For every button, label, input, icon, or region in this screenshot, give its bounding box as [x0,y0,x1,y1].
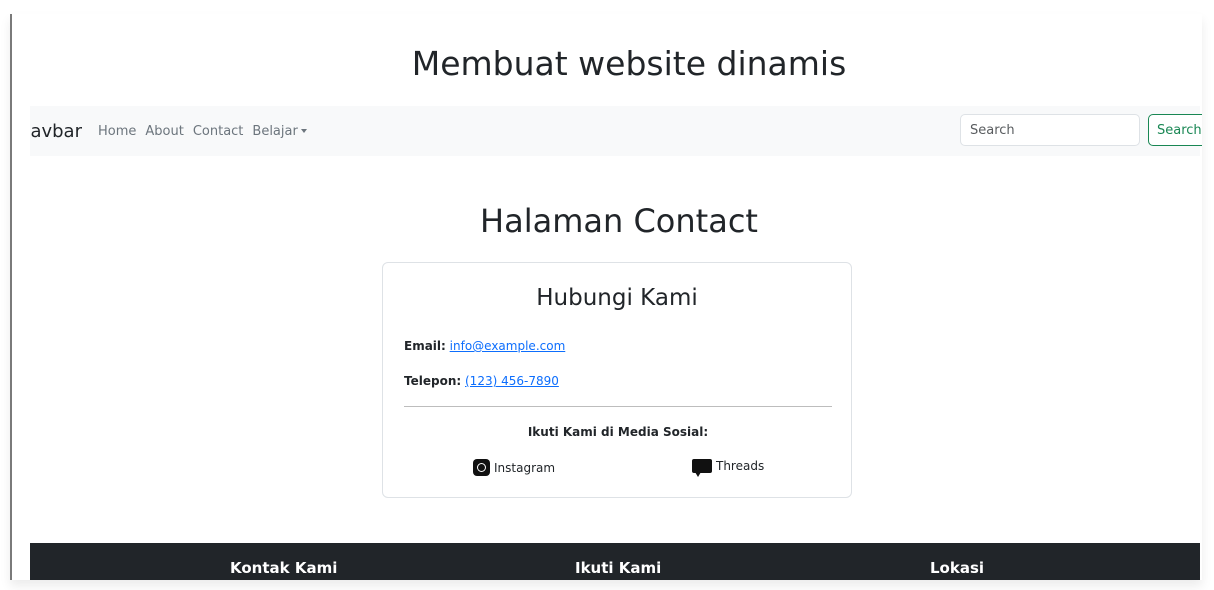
browser-viewport: Membuat website dinamis Navbar Home Abou… [10,14,1202,580]
nav-dropdown-belajar[interactable]: Belajar [252,123,307,139]
nav-dropdown-label: Belajar [252,123,298,139]
search-input[interactable] [960,114,1140,146]
page-heading: Halaman Contact [480,202,758,240]
threads-icon [692,459,712,477]
social-heading: Ikuti Kami di Media Sosial: [527,425,709,439]
contact-card: Hubungi Kami Email: info@example.com Tel… [382,262,852,498]
footer: Kontak Kami Ikuti Kami Lokasi [30,543,1200,580]
phone-label: Telepon: [404,374,462,388]
instagram-link[interactable]: Instagram [473,459,555,476]
card-divider [404,406,832,407]
site-title: Membuat website dinamis [411,44,847,83]
phone-link[interactable]: (123) 456-7890 [465,374,559,388]
email-link[interactable]: info@example.com [450,339,566,353]
threads-link[interactable]: Threads [692,459,765,477]
caret-down-icon [300,129,307,133]
footer-heading-lokasi: Lokasi [930,559,985,577]
email-line: Email: info@example.com [404,339,565,353]
footer-heading-ikuti: Ikuti Kami [575,559,662,577]
navbar: Navbar Home About Contact Belajar Search [30,106,1202,156]
email-label: Email: [404,339,446,353]
threads-label: Threads [716,459,765,473]
nav-link-about[interactable]: About [145,124,183,139]
instagram-icon [473,459,490,476]
nav-links: Home About Contact Belajar [98,124,307,139]
nav-link-home[interactable]: Home [98,124,136,139]
nav-link-contact[interactable]: Contact [193,124,244,139]
navbar-brand[interactable]: Navbar [30,121,82,142]
card-title: Hubungi Kami [536,285,698,311]
footer-heading-kontak: Kontak Kami [230,559,338,577]
phone-line: Telepon: (123) 456-7890 [404,374,559,388]
instagram-label: Instagram [494,460,556,475]
search-button[interactable]: Search [1148,114,1202,146]
